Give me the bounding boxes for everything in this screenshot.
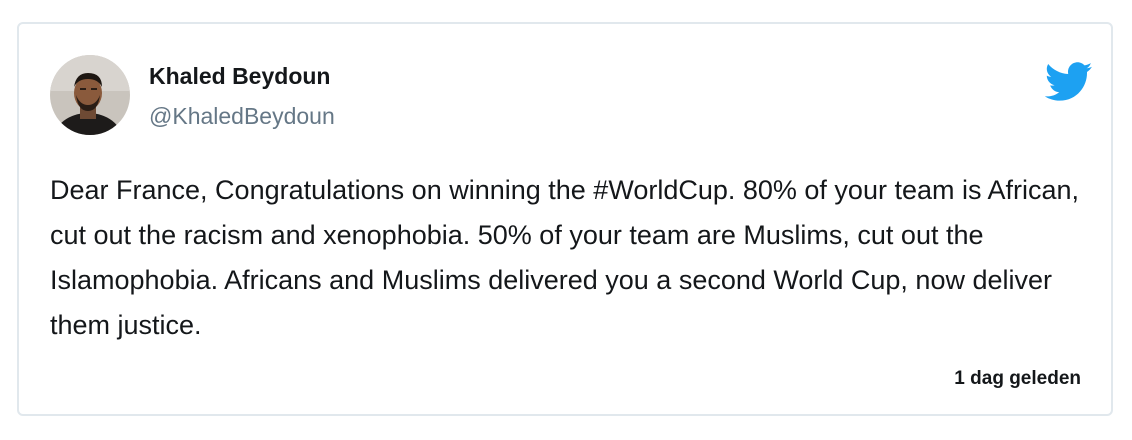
tweet-timestamp[interactable]: 1 dag geleden — [954, 368, 1081, 390]
tweet-card[interactable]: Khaled Beydoun @KhaledBeydoun Dear Franc… — [17, 22, 1113, 416]
twitter-bird-icon[interactable] — [1044, 62, 1093, 102]
twitter-bird-glyph — [1044, 62, 1093, 101]
author-name[interactable]: Khaled Beydoun — [149, 62, 330, 90]
author-avatar[interactable] — [50, 55, 130, 135]
author-handle[interactable]: @KhaledBeydoun — [149, 102, 335, 130]
avatar-photo — [50, 55, 130, 135]
tweet-text: Dear France, Congratulations on winning … — [50, 175, 1080, 340]
